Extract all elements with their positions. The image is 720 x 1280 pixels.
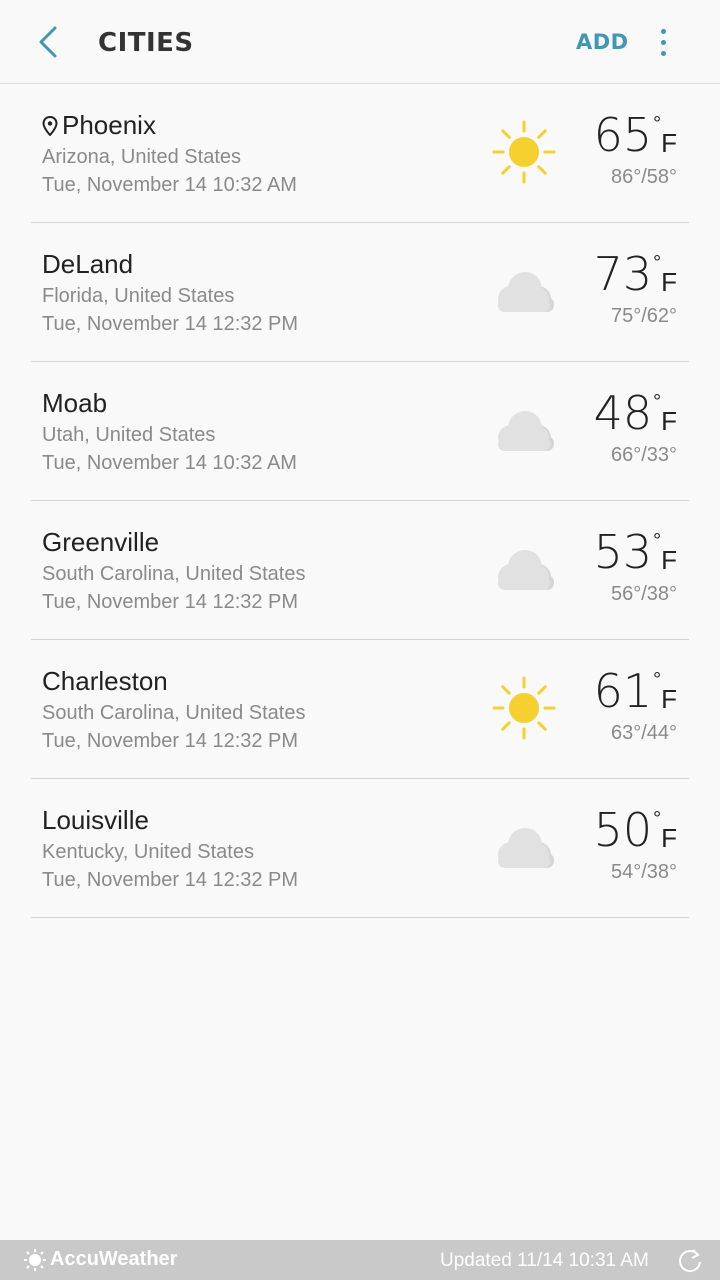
city-row[interactable]: Greenville South Carolina, United States… (31, 501, 689, 640)
high-low-temperature: 66°/33° (610, 444, 677, 466)
current-temperature: 65 ° F (594, 110, 677, 160)
temperature-unit: F (661, 545, 677, 575)
degree-symbol: ° (653, 530, 662, 552)
brand-name: AccuWeather (50, 1248, 178, 1270)
page-title: CITIES (98, 28, 194, 58)
weather-condition-icon (489, 815, 559, 879)
temperature-unit: F (661, 406, 677, 436)
temperature-value: 61 (593, 664, 653, 718)
city-row[interactable]: Moab Utah, United States Tue, November 1… (31, 362, 689, 501)
weather-condition-icon (489, 398, 559, 462)
degree-symbol: ° (653, 669, 662, 691)
footer-bar: AccuWeather Updated 11/14 10:31 AM (0, 1240, 720, 1280)
city-name-label: Phoenix (62, 110, 156, 140)
city-name-label: Greenville (42, 527, 160, 557)
high-low-temperature: 56°/38° (610, 583, 677, 605)
add-city-button[interactable]: ADD (576, 30, 629, 54)
temperature-unit: F (661, 128, 677, 158)
city-row[interactable]: Charleston South Carolina, United States… (31, 640, 689, 779)
cities-screen: CITIES ADD Phoenix Arizona, United State… (0, 0, 720, 1280)
temperature-value: 48 (593, 386, 653, 440)
high-low-temperature: 63°/44° (610, 722, 677, 744)
refresh-icon (679, 1249, 701, 1273)
city-name: Moab (42, 388, 107, 419)
cloud-icon (498, 272, 554, 312)
temperature-value: 73 (593, 247, 653, 301)
degree-symbol: ° (653, 252, 662, 274)
location-pin-icon (42, 115, 58, 136)
city-name-label: DeLand (42, 249, 134, 279)
sun-logo-icon (24, 1248, 46, 1271)
city-name: DeLand (42, 249, 133, 280)
weather-condition-icon (489, 676, 559, 740)
accuweather-logo: AccuWeather (24, 1248, 177, 1271)
refresh-button[interactable] (676, 1246, 704, 1274)
back-button[interactable] (28, 22, 68, 62)
city-name: Greenville (42, 527, 159, 558)
city-local-time: Tue, November 14 10:32 AM (42, 452, 297, 474)
city-region: Arizona, United States (42, 146, 241, 168)
city-local-time: Tue, November 14 12:32 PM (42, 591, 299, 613)
chevron-left-icon (39, 26, 57, 58)
temperature-unit: F (661, 684, 677, 714)
current-temperature: 61 ° F (594, 666, 677, 716)
city-region: Utah, United States (42, 424, 216, 446)
more-options-button[interactable] (648, 22, 678, 62)
city-local-time: Tue, November 14 12:32 PM (42, 869, 299, 891)
degree-symbol: ° (653, 113, 662, 135)
weather-condition-icon (489, 259, 559, 323)
temperature-unit: F (661, 267, 677, 297)
cloud-icon (498, 828, 554, 868)
current-temperature: 50 ° F (594, 805, 677, 855)
city-local-time: Tue, November 14 10:32 AM (42, 174, 297, 196)
weather-condition-icon (489, 537, 559, 601)
city-region: Kentucky, United States (42, 841, 254, 863)
city-row[interactable]: Phoenix Arizona, United States Tue, Nove… (31, 84, 689, 223)
temperature-value: 50 (593, 803, 653, 857)
degree-symbol: ° (653, 808, 662, 830)
city-local-time: Tue, November 14 12:32 PM (42, 313, 299, 335)
city-list: Phoenix Arizona, United States Tue, Nove… (31, 84, 689, 918)
temperature-unit: F (661, 823, 677, 853)
high-low-temperature: 86°/58° (610, 166, 677, 188)
more-vert-icon (660, 28, 666, 34)
city-name-label: Louisville (42, 805, 149, 835)
current-temperature: 73 ° F (594, 249, 677, 299)
city-region: South Carolina, United States (42, 702, 306, 724)
cloud-icon (498, 411, 554, 451)
sun-icon (492, 120, 556, 184)
city-region: Florida, United States (42, 285, 235, 307)
weather-condition-icon (489, 120, 559, 184)
sun-icon (492, 676, 556, 740)
high-low-temperature: 75°/62° (610, 305, 677, 327)
city-row[interactable]: DeLand Florida, United States Tue, Novem… (31, 223, 689, 362)
city-name: Louisville (42, 805, 149, 836)
city-region: South Carolina, United States (42, 563, 306, 585)
city-name-label: Charleston (42, 666, 168, 696)
city-row[interactable]: Louisville Kentucky, United States Tue, … (31, 779, 689, 918)
current-temperature: 53 ° F (594, 527, 677, 577)
temperature-value: 53 (593, 525, 653, 579)
city-name: Charleston (42, 666, 168, 697)
current-temperature: 48 ° F (594, 388, 677, 438)
high-low-temperature: 54°/38° (610, 861, 677, 883)
city-name-label: Moab (42, 388, 108, 418)
updated-time: Updated 11/14 10:31 AM (440, 1250, 649, 1271)
app-header: CITIES ADD (0, 0, 720, 84)
city-local-time: Tue, November 14 12:32 PM (42, 730, 299, 752)
cloud-icon (498, 550, 554, 590)
city-name: Phoenix (42, 110, 156, 141)
temperature-value: 65 (593, 108, 653, 162)
degree-symbol: ° (653, 391, 662, 413)
